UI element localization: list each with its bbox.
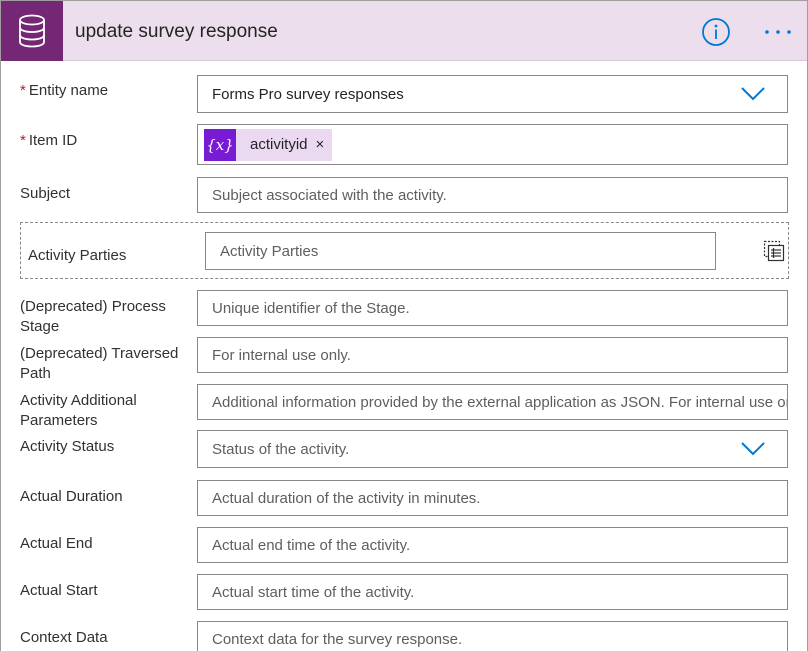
traversed-path-input[interactable]: For internal use only.	[197, 337, 788, 373]
activity-parties-placeholder: Activity Parties	[220, 242, 319, 260]
actual-duration-label: Actual Duration	[20, 488, 123, 505]
entity-name-label: * Entity name	[20, 81, 190, 101]
item-id-label: * Item ID	[20, 131, 190, 151]
activity-parties-input[interactable]: Activity Parties	[205, 232, 716, 270]
process-stage-placeholder: Unique identifier of the Stage.	[212, 299, 410, 317]
activity-status-label: Activity Status	[20, 438, 115, 455]
token-remove-icon[interactable]: ×	[316, 136, 333, 153]
chevron-down-icon	[741, 87, 765, 101]
more-icon	[765, 30, 791, 34]
context-data-label: Context Data	[20, 629, 108, 646]
actual-end-input[interactable]: Actual end time of the activity.	[197, 527, 788, 563]
entity-name-label-text: Entity name	[28, 82, 109, 99]
chevron-down-icon	[741, 442, 765, 456]
traversed-path-placeholder: For internal use only.	[212, 346, 351, 364]
connector-icon-box	[1, 1, 63, 61]
activity-parties-label: Activity Parties	[28, 247, 127, 264]
actual-start-label: Actual Start	[20, 582, 98, 599]
item-id-label-text: Item ID	[28, 132, 78, 149]
subject-input[interactable]: Subject associated with the activity.	[197, 177, 788, 213]
more-options-button[interactable]	[761, 17, 795, 47]
token-label: activityid	[250, 136, 308, 153]
additional-parameters-label: Activity Additional Parameters	[20, 392, 137, 429]
actual-duration-input[interactable]: Actual duration of the activity in minut…	[197, 480, 788, 516]
switch-to-array-button[interactable]	[763, 240, 785, 262]
process-stage-label: (Deprecated) Process Stage	[20, 298, 166, 335]
action-card: update survey response * Entity name Form…	[0, 0, 808, 651]
activity-status-placeholder: Status of the activity.	[212, 440, 350, 458]
activity-status-dropdown[interactable]: Status of the activity.	[197, 430, 788, 468]
required-marker: *	[20, 132, 26, 149]
actual-end-label: Actual End	[20, 535, 93, 552]
subject-label: Subject	[20, 185, 71, 202]
context-data-input[interactable]: Context data for the survey response.	[197, 621, 788, 651]
array-input-icon	[763, 240, 785, 262]
item-id-input[interactable]: {x} activityid ×	[197, 124, 788, 165]
info-icon	[702, 18, 730, 46]
actual-start-input[interactable]: Actual start time of the activity.	[197, 574, 788, 610]
action-title[interactable]: update survey response	[75, 21, 278, 43]
process-stage-input[interactable]: Unique identifier of the Stage.	[197, 290, 788, 326]
context-data-placeholder: Context data for the survey response.	[212, 630, 463, 648]
required-marker: *	[20, 82, 26, 99]
dynamic-content-token[interactable]: {x} activityid ×	[204, 128, 333, 161]
actual-end-placeholder: Actual end time of the activity.	[212, 536, 411, 554]
additional-parameters-placeholder: Additional information provided by the e…	[212, 393, 788, 411]
action-header[interactable]: update survey response	[1, 1, 807, 61]
entity-name-value: Forms Pro survey responses	[212, 85, 404, 103]
actual-start-placeholder: Actual start time of the activity.	[212, 583, 415, 601]
actual-duration-placeholder: Actual duration of the activity in minut…	[212, 489, 481, 507]
traversed-path-label: (Deprecated) Traversed Path	[20, 345, 179, 382]
additional-parameters-input[interactable]: Additional information provided by the e…	[197, 384, 788, 420]
subject-placeholder: Subject associated with the activity.	[212, 186, 447, 204]
entity-name-dropdown[interactable]: Forms Pro survey responses	[197, 75, 788, 113]
database-icon	[19, 14, 45, 48]
expression-icon: {x}	[204, 128, 236, 161]
info-button[interactable]	[701, 17, 731, 47]
